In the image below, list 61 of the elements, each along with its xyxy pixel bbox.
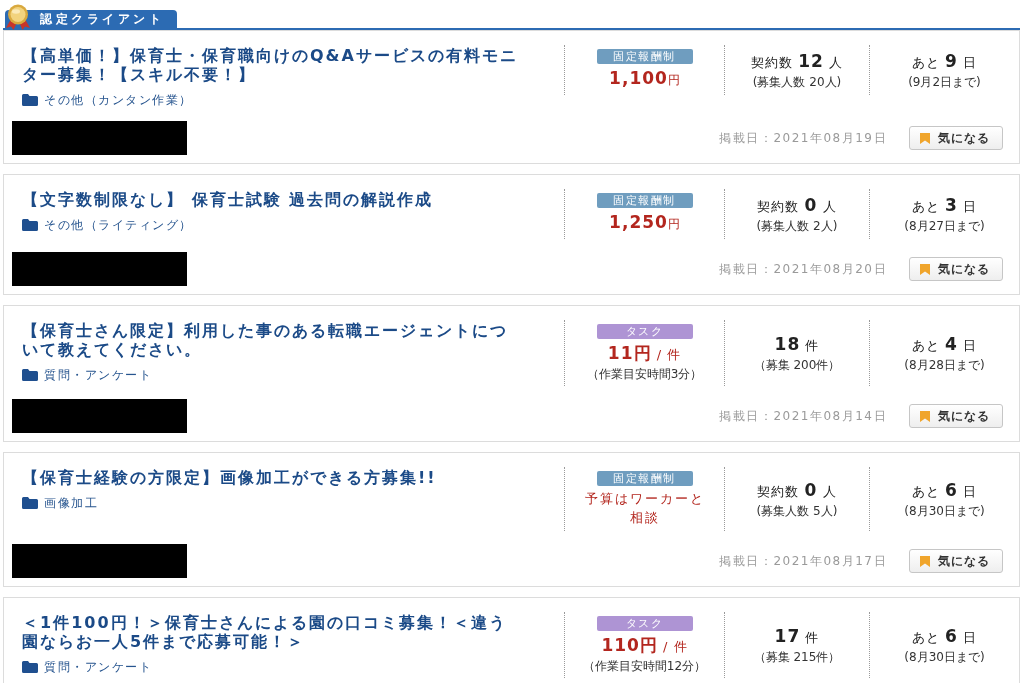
category-link[interactable]: その他（カンタン作業） (44, 92, 193, 108)
job-title-link[interactable]: ＜1件100円！＞保育士さんによる園の口コミ募集！＜違う園ならお一人5件まで応募可能！＞ (22, 613, 522, 651)
applicant-count: 契約数 0 人 (757, 194, 837, 217)
bookmark-icon (920, 555, 930, 567)
posted-date: 掲載日：2021年08月19日 (719, 129, 887, 147)
job-title-link[interactable]: 【保育士経験の方限定】画像加工ができる方募集!! (22, 468, 522, 487)
bookmark-icon (920, 410, 930, 422)
days-left: あと 3 日 (912, 194, 977, 217)
recruit-count: (募集人数 2人) (756, 218, 838, 234)
applicant-count: 17 件 (774, 625, 820, 648)
applicant-count: 18 件 (774, 333, 820, 356)
bookmark-button[interactable]: 気になる (909, 126, 1003, 150)
days-left: あと 9 日 (912, 50, 977, 73)
bookmark-button[interactable]: 気になる (909, 549, 1003, 573)
category-link[interactable]: 画像加工 (44, 495, 98, 511)
category-link[interactable]: 質問・アンケート (44, 367, 152, 383)
deadline-date: (8月27日まで) (904, 218, 985, 234)
price: 11円 / 件 (607, 342, 682, 365)
posted-date: 掲載日：2021年08月20日 (719, 260, 887, 278)
bookmark-icon (920, 132, 930, 144)
job-title-link[interactable]: 【文字数制限なし】 保育士試験 過去問の解説作成 (22, 190, 522, 209)
days-left: あと 6 日 (912, 625, 977, 648)
deadline-date: (8月28日まで) (904, 357, 985, 373)
work-time-note: （作業目安時間12分） (582, 658, 707, 674)
folder-icon (22, 94, 38, 106)
work-time-note: （作業目安時間3分） (586, 366, 703, 382)
folder-icon (22, 497, 38, 509)
applicant-count: 契約数 12 人 (751, 50, 843, 73)
budget-note: 予算はワーカーと相談 (583, 490, 706, 527)
bookmark-icon (920, 263, 930, 275)
folder-icon (22, 369, 38, 381)
pay-type-badge: 固定報酬制 (596, 49, 693, 64)
category-link[interactable]: その他（ライティング） (44, 217, 193, 233)
pay-type-badge: タスク (596, 616, 693, 631)
job-title-link[interactable]: 【保育士さん限定】利用した事のある転職エージェントについて教えてください。 (22, 321, 522, 359)
recruit-count: (募集人数 20人) (752, 74, 842, 90)
bookmark-button[interactable]: 気になる (909, 257, 1003, 281)
folder-icon (22, 219, 38, 231)
recruit-count: (募集人数 5人) (756, 503, 838, 519)
pay-type-badge: 固定報酬制 (596, 193, 693, 208)
days-left: あと 6 日 (912, 479, 977, 502)
deadline-date: (8月30日まで) (904, 503, 985, 519)
price: 1,100 円 (609, 67, 680, 90)
pay-type-badge: 固定報酬制 (596, 471, 693, 486)
days-left: あと 4 日 (912, 333, 977, 356)
deadline-date: (8月30日まで) (904, 649, 985, 665)
recruit-count: （募集 215件） (753, 649, 841, 665)
posted-date: 掲載日：2021年08月14日 (719, 407, 887, 425)
section-tab-label: 認定クライアント (40, 12, 164, 26)
category-link[interactable]: 質問・アンケート (44, 659, 152, 675)
deadline-date: (9月2日まで) (908, 74, 981, 90)
pay-type-badge: タスク (596, 324, 693, 339)
price: 110円 / 件 (601, 634, 688, 657)
job-title-link[interactable]: 【高単価！】保育士・保育職向けのQ&Aサービスの有料モニター募集！【スキル不要！】 (22, 46, 522, 84)
medal-icon (5, 4, 31, 30)
folder-icon (22, 661, 38, 673)
recruit-count: （募集 200件） (753, 357, 841, 373)
applicant-count: 契約数 0 人 (757, 479, 837, 502)
bookmark-button[interactable]: 気になる (909, 404, 1003, 428)
posted-date: 掲載日：2021年08月17日 (719, 552, 887, 570)
price: 1,250 円 (609, 211, 680, 234)
